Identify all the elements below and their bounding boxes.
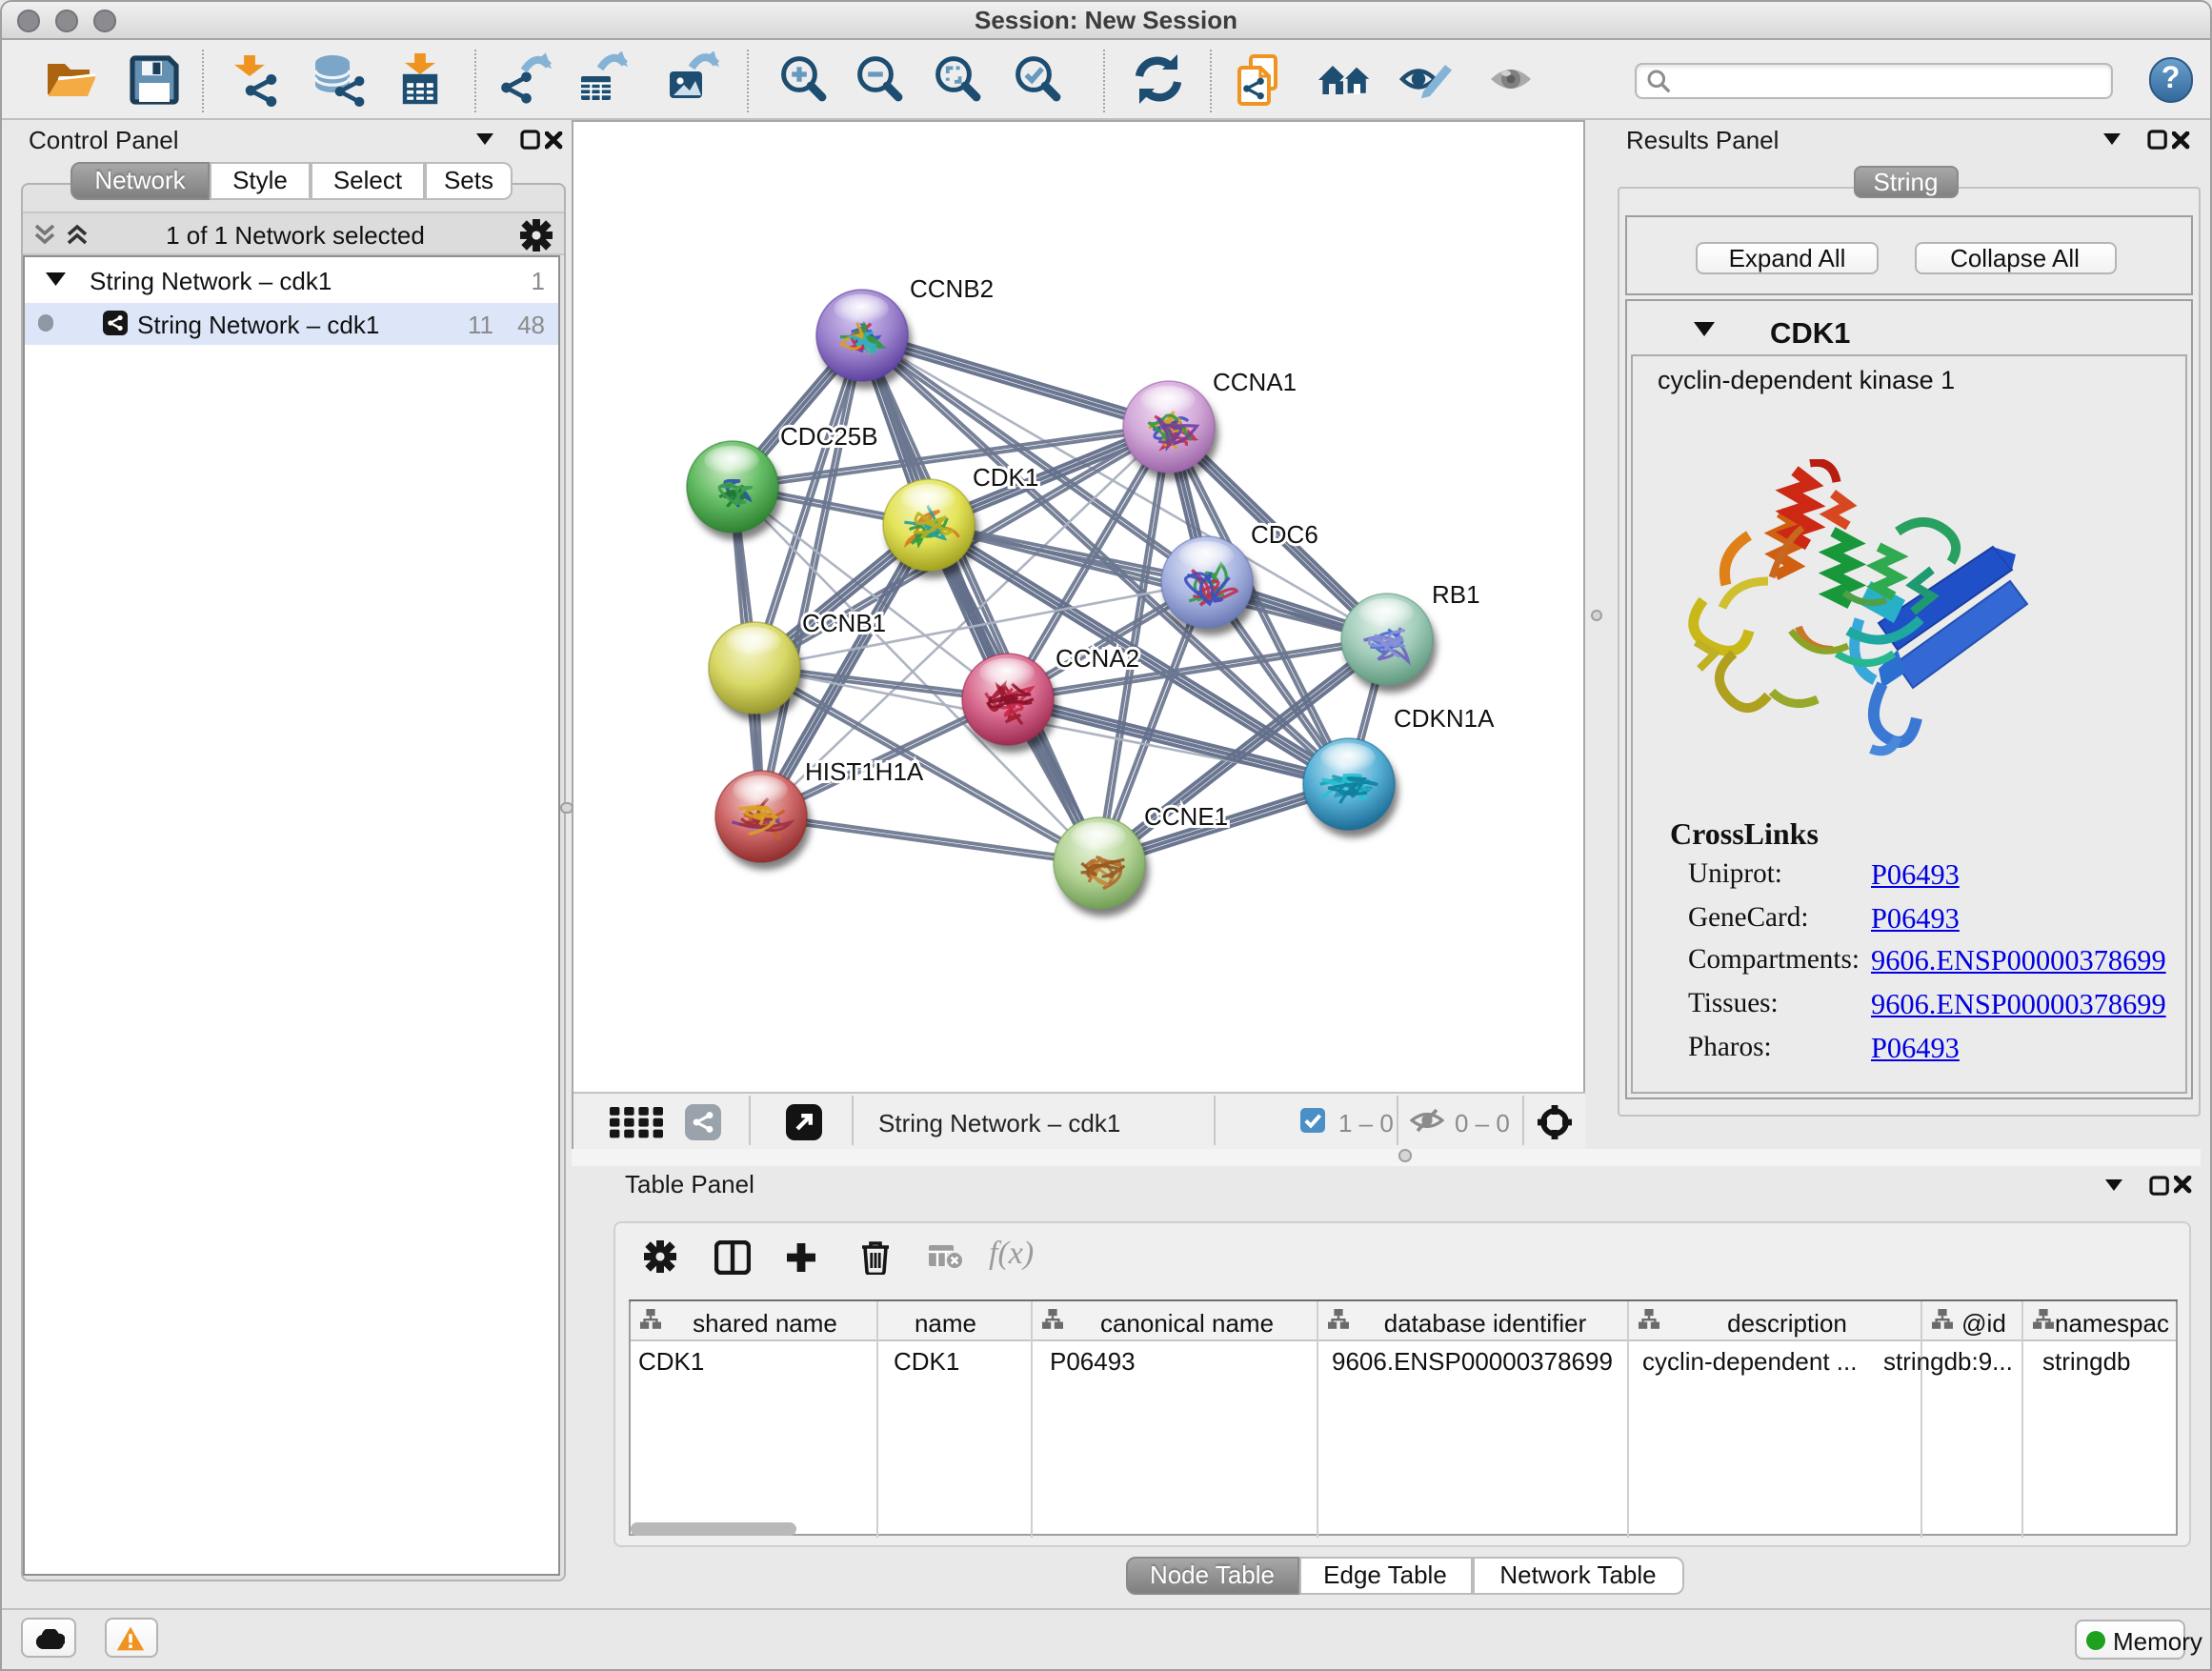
svg-text:CDC25B: CDC25B [779, 421, 877, 450]
svg-text:CDC6: CDC6 [1250, 519, 1317, 548]
svg-text:CCNB1: CCNB1 [801, 608, 885, 636]
svg-text:CCNA1: CCNA1 [1212, 367, 1296, 395]
svg-text:CDK1: CDK1 [972, 462, 1037, 491]
svg-text:CDKN1A: CDKN1A [1393, 703, 1494, 732]
svg-text:CCNA2: CCNA2 [1055, 643, 1138, 672]
svg-text:CCNB2: CCNB2 [909, 273, 993, 302]
svg-text:HIST1H1A: HIST1H1A [804, 756, 923, 785]
svg-text:RB1: RB1 [1431, 579, 1479, 608]
svg-text:CCNE1: CCNE1 [1143, 801, 1227, 830]
